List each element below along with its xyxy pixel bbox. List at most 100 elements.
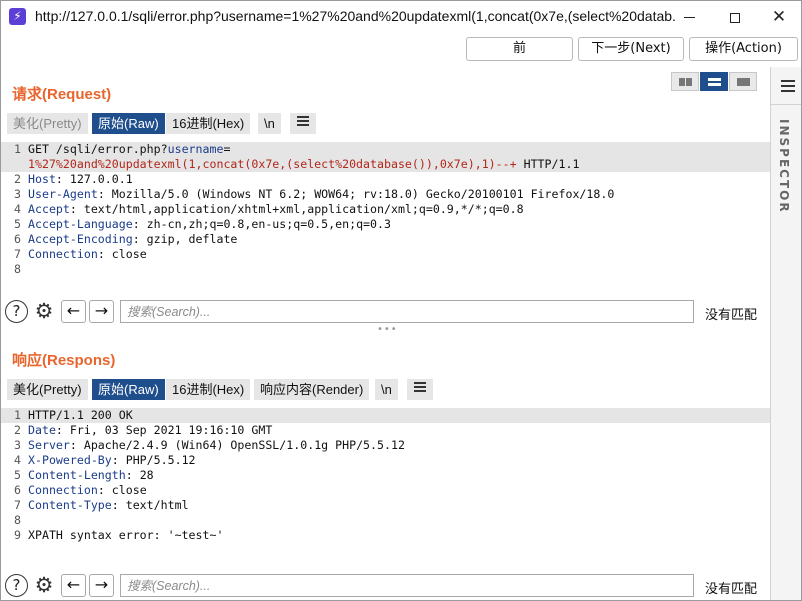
tab-response-pretty[interactable]: 美化(Pretty) <box>7 379 88 400</box>
tab-request-pretty[interactable]: 美化(Pretty) <box>7 113 88 134</box>
header-key: Host <box>28 172 56 186</box>
response-tabs: 美化(Pretty) 原始(Raw) 16进制(Hex) 响应内容(Render… <box>1 379 761 401</box>
line-text: Content-Length: 28 <box>28 468 154 483</box>
line-number: 8 <box>14 262 21 276</box>
response-search-input[interactable] <box>120 574 694 597</box>
request-match-status: 没有匹配 <box>705 307 758 322</box>
gear-icon[interactable]: ⚙ <box>32 299 56 323</box>
request-code-line[interactable]: 5 Accept-Language: zh-cn,zh;q=0.8,en-us;q… <box>1 217 770 232</box>
tab-request-newline[interactable]: \n <box>258 113 281 134</box>
request-code-line[interactable]: 2 Host: 127.0.0.1 <box>1 172 770 187</box>
line-text: Host: 127.0.0.1 <box>28 172 133 187</box>
tab-request-hex[interactable]: 16进制(Hex) <box>166 113 251 134</box>
response-code-line[interactable]: 9 XPATH syntax error: '~test~' <box>1 528 770 543</box>
code-text: : 28 <box>125 468 154 482</box>
arrow-right-icon: → <box>94 301 109 320</box>
code-text: : text/html <box>111 498 189 512</box>
request-code-line[interactable]: 4 Accept: text/html,application/xhtml+xml… <box>1 202 770 217</box>
action-button[interactable]: 操作(Action) <box>689 37 798 61</box>
maximize-icon <box>730 12 740 23</box>
inspector-menu-button[interactable] <box>771 67 801 105</box>
pane-splitter-handle[interactable]: ••• <box>377 324 398 335</box>
search-next-button[interactable]: → <box>89 574 114 597</box>
header-key: Content-Type <box>28 498 112 512</box>
response-code-line[interactable]: 8 <box>1 513 770 528</box>
line-text: Connection: close <box>28 247 147 262</box>
request-code-line[interactable]: 3 User-Agent: Mozilla/5.0 (Windows NT 6.2… <box>1 187 770 202</box>
response-code-line[interactable]: 5 Content-Length: 28 <box>1 468 770 483</box>
code-text: = <box>223 142 231 156</box>
response-code-line[interactable]: 1 HTTP/1.1 200 OK <box>1 408 770 423</box>
header-key: Accept-Encoding <box>28 232 133 246</box>
line-number: 1 <box>14 142 21 156</box>
line-number: 7 <box>14 498 21 512</box>
response-code-line[interactable]: 6 Connection: close <box>1 483 770 498</box>
layout-stacked-button[interactable] <box>700 72 728 91</box>
header-key: Connection <box>28 483 98 497</box>
menu-icon <box>297 116 309 128</box>
response-code-line[interactable]: 2 Date: Fri, 03 Sep 2021 19:16:10 GMT <box>1 423 770 438</box>
close-icon: ✕ <box>771 7 787 27</box>
request-code-line[interactable]: 6 Accept-Encoding: gzip, deflate <box>1 232 770 247</box>
tab-response-raw[interactable]: 原始(Raw) <box>92 379 165 400</box>
request-editor[interactable]: 1 GET /sqli/error.php?username= 1%27%20and… <box>1 142 770 292</box>
line-text: HTTP/1.1 200 OK <box>28 408 133 423</box>
tab-request-raw[interactable]: 原始(Raw) <box>92 113 165 134</box>
response-code-line[interactable]: 4 X-Powered-By: PHP/5.5.12 <box>1 453 770 468</box>
tab-response-newline[interactable]: \n <box>375 379 398 400</box>
inspector-label[interactable]: INSPECTOR <box>777 119 791 214</box>
layout-side-by-side-button[interactable] <box>671 72 699 91</box>
code-text: : Apache/2.4.9 (Win64) OpenSSL/1.0.1g PH… <box>69 438 405 452</box>
line-text: 1%27%20and%20updatexml(1,concat(0x7e,(se… <box>28 157 579 172</box>
response-editor[interactable]: 1 HTTP/1.1 200 OK 2 Date: Fri, 03 Sep 2021 … <box>1 408 770 568</box>
response-code-line[interactable]: 3 Server: Apache/2.4.9 (Win64) OpenSSL/1.… <box>1 438 770 453</box>
request-code-line[interactable]: 1%27%20and%20updatexml(1,concat(0x7e,(se… <box>1 157 770 172</box>
help-icon[interactable]: ? <box>5 300 28 323</box>
next-button[interactable]: 下一步(Next) <box>578 37 684 61</box>
request-code-line[interactable]: 1 GET /sqli/error.php?username= <box>1 142 770 157</box>
code-text: : 127.0.0.1 <box>55 172 133 186</box>
title-bar: ⚡ http://127.0.0.1/sqli/error.php?userna… <box>1 1 801 33</box>
header-key: X-Powered-By <box>28 453 112 467</box>
help-icon[interactable]: ? <box>5 574 28 597</box>
layout-single-button[interactable] <box>729 72 757 91</box>
response-menu-button[interactable] <box>407 379 433 400</box>
code-text: : Mozilla/5.0 (Windows NT 6.2; WOW64; rv… <box>97 187 615 201</box>
response-title: 响应(Respons) <box>12 352 116 369</box>
request-menu-button[interactable] <box>290 113 316 134</box>
search-prev-button[interactable]: ← <box>61 574 86 597</box>
code-text: : close <box>97 483 147 497</box>
window-title: http://127.0.0.1/sqli/error.php?username… <box>35 8 675 24</box>
hamburger-icon <box>781 80 795 95</box>
line-number: 6 <box>14 232 21 246</box>
request-search-bar: ? ⚙ ← → 没有匹配 <box>1 298 770 326</box>
line-text: Date: Fri, 03 Sep 2021 19:16:10 GMT <box>28 423 272 438</box>
maximize-button[interactable] <box>713 1 757 33</box>
tab-response-hex[interactable]: 16进制(Hex) <box>166 379 251 400</box>
header-key: Accept <box>28 202 70 216</box>
line-text: Server: Apache/2.4.9 (Win64) OpenSSL/1.0… <box>28 438 405 453</box>
menu-icon <box>414 382 426 394</box>
line-number: 3 <box>14 187 21 201</box>
line-text: User-Agent: Mozilla/5.0 (Windows NT 6.2;… <box>28 187 614 202</box>
request-code-line[interactable]: 8 <box>1 262 770 277</box>
gear-icon[interactable]: ⚙ <box>32 573 56 597</box>
tab-response-render[interactable]: 响应内容(Render) <box>254 379 370 400</box>
search-next-button[interactable]: → <box>89 300 114 323</box>
minimize-button[interactable] <box>667 1 711 33</box>
code-text: : PHP/5.5.12 <box>111 453 196 467</box>
request-search-input[interactable] <box>120 300 694 323</box>
request-code-line[interactable]: 7 Connection: close <box>1 247 770 262</box>
close-button[interactable]: ✕ <box>757 1 801 33</box>
inspector-panel[interactable]: INSPECTOR <box>770 67 801 600</box>
line-text: Connection: close <box>28 483 147 498</box>
line-text: GET /sqli/error.php?username= <box>28 142 230 157</box>
prev-button[interactable]: 前 <box>466 37 573 61</box>
line-text: X-Powered-By: PHP/5.5.12 <box>28 453 196 468</box>
response-code-line[interactable]: 7 Content-Type: text/html <box>1 498 770 513</box>
line-text: Accept-Encoding: gzip, deflate <box>28 232 237 247</box>
arrow-left-icon: ← <box>66 301 81 320</box>
header-key: Date <box>28 423 56 437</box>
search-prev-button[interactable]: ← <box>61 300 86 323</box>
lightning-app-icon: ⚡ <box>9 8 26 25</box>
